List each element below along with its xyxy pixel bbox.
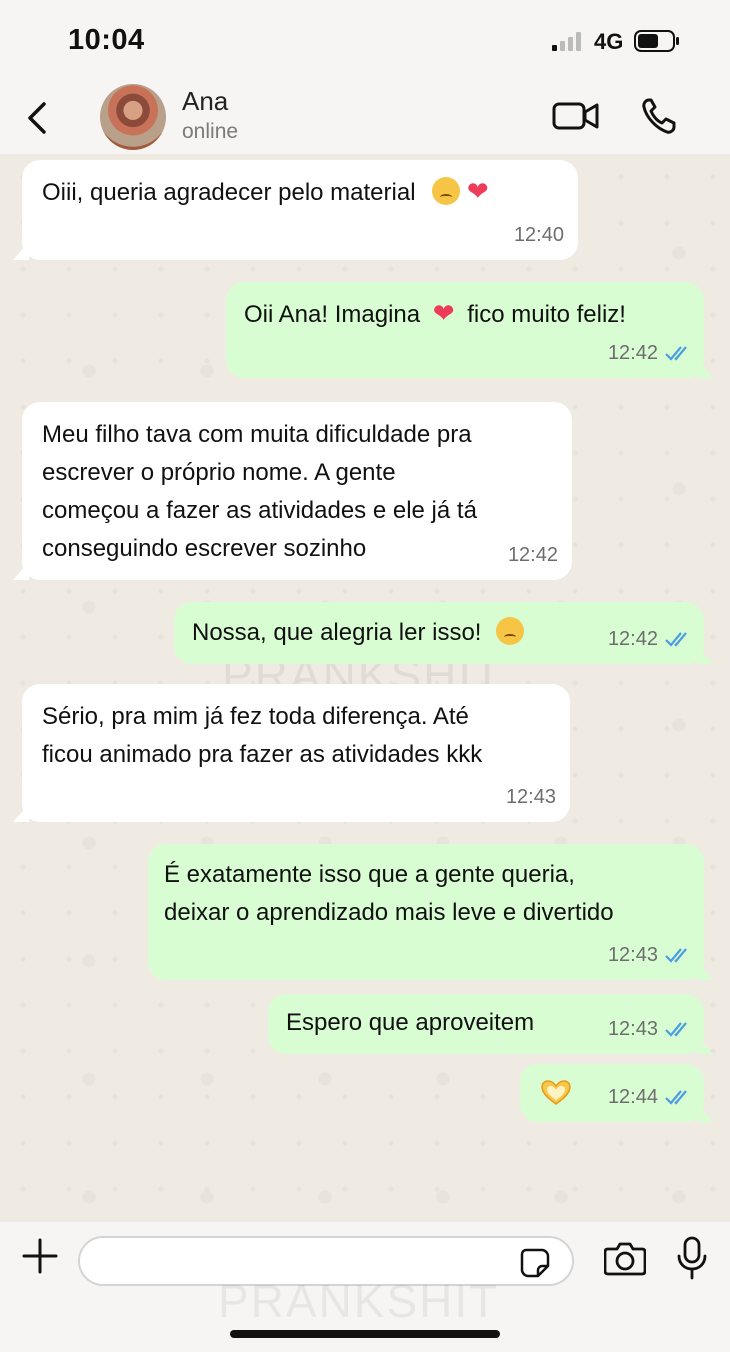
message-bubble-outgoing[interactable]: Oii Ana! Imagina ❤ fico muito feliz! 12:… bbox=[226, 282, 713, 378]
contact-status: online bbox=[182, 120, 239, 143]
composer-bar: PRANKSHIT bbox=[0, 1222, 730, 1352]
message-time: 12:43 bbox=[607, 944, 658, 966]
message-text: Espero que aproveitem bbox=[286, 1009, 535, 1036]
message-text: Meu filho tava com muita dificuldade pra bbox=[42, 421, 472, 448]
message-text: fico muito feliz! bbox=[467, 301, 626, 328]
message-time: 12:43 bbox=[607, 1018, 658, 1040]
message-text: Nossa, que alegria ler isso! bbox=[192, 619, 482, 646]
read-ticks-icon bbox=[665, 346, 687, 361]
chat-header: Ana online bbox=[0, 82, 730, 154]
message-bubble-incoming[interactable]: Sério, pra mim já fez toda diferença. At… bbox=[13, 684, 570, 822]
voice-call-icon[interactable] bbox=[640, 96, 678, 136]
camera-icon[interactable] bbox=[604, 1240, 646, 1276]
heart-hands-icon bbox=[541, 1080, 571, 1105]
read-ticks-icon bbox=[665, 1022, 687, 1037]
red-heart-icon: ❤ bbox=[466, 176, 489, 206]
message-text: conseguindo escrever sozinho bbox=[42, 535, 367, 562]
message-time: 12:44 bbox=[607, 1086, 658, 1108]
message-bubble-incoming[interactable]: Oiii, queria agradecer pelo material ❤ 1… bbox=[13, 160, 578, 260]
message-text: escrever o próprio nome. A gente bbox=[42, 459, 396, 486]
message-time: 12:42 bbox=[607, 628, 658, 650]
message-text: deixar o aprendizado mais leve e diverti… bbox=[164, 899, 614, 926]
message-bubble-outgoing[interactable]: 12:44 bbox=[520, 1064, 713, 1122]
pleading-face-icon bbox=[432, 177, 461, 205]
message-time: 12:42 bbox=[507, 544, 558, 566]
message-text: Oiii, queria agradecer pelo material bbox=[42, 179, 416, 206]
contact-name[interactable]: Ana bbox=[182, 86, 228, 117]
status-time: 10:04 bbox=[68, 24, 145, 56]
read-ticks-icon bbox=[665, 948, 687, 963]
read-ticks-icon bbox=[665, 632, 687, 647]
red-heart-icon: ❤ bbox=[432, 298, 455, 328]
message-text: Oii Ana! Imagina bbox=[244, 301, 421, 328]
avatar[interactable] bbox=[100, 84, 166, 150]
message-bubble-incoming[interactable]: Meu filho tava com muita dificuldade pra… bbox=[13, 402, 572, 580]
battery-icon bbox=[634, 30, 679, 52]
status-bar: 10:04 4G bbox=[0, 0, 730, 82]
message-time: 12:43 bbox=[505, 786, 556, 808]
read-ticks-icon bbox=[665, 1090, 687, 1105]
message-text: Sério, pra mim já fez toda diferença. At… bbox=[42, 703, 469, 730]
signal-icon bbox=[552, 32, 581, 51]
message-text: É exatamente isso que a gente queria, bbox=[164, 861, 575, 888]
video-call-icon[interactable] bbox=[552, 98, 600, 134]
back-icon[interactable] bbox=[24, 98, 52, 138]
message-text: começou a fazer as atividades e ele já t… bbox=[42, 497, 477, 524]
message-bubble-outgoing[interactable]: Espero que aproveitem 12:43 bbox=[268, 994, 713, 1054]
home-indicator bbox=[230, 1330, 500, 1338]
network-type: 4G bbox=[594, 29, 624, 54]
message-text: ficou animado pra fazer as atividades kk… bbox=[42, 741, 483, 768]
message-time: 12:40 bbox=[513, 224, 564, 246]
chat-area[interactable]: PRANKSHIT Oiii, queria agradecer pelo ma… bbox=[0, 154, 730, 1222]
message-time: 12:42 bbox=[607, 342, 658, 364]
pleading-face-icon bbox=[496, 617, 525, 645]
message-bubble-outgoing[interactable]: Nossa, que alegria ler isso! 12:42 bbox=[174, 602, 713, 664]
message-bubble-outgoing[interactable]: É exatamente isso que a gente queria, de… bbox=[148, 844, 713, 980]
watermark: PRANKSHIT bbox=[218, 1275, 500, 1327]
sticker-icon[interactable] bbox=[520, 1248, 550, 1278]
mic-icon[interactable] bbox=[676, 1236, 708, 1280]
plus-icon[interactable] bbox=[22, 1238, 58, 1274]
